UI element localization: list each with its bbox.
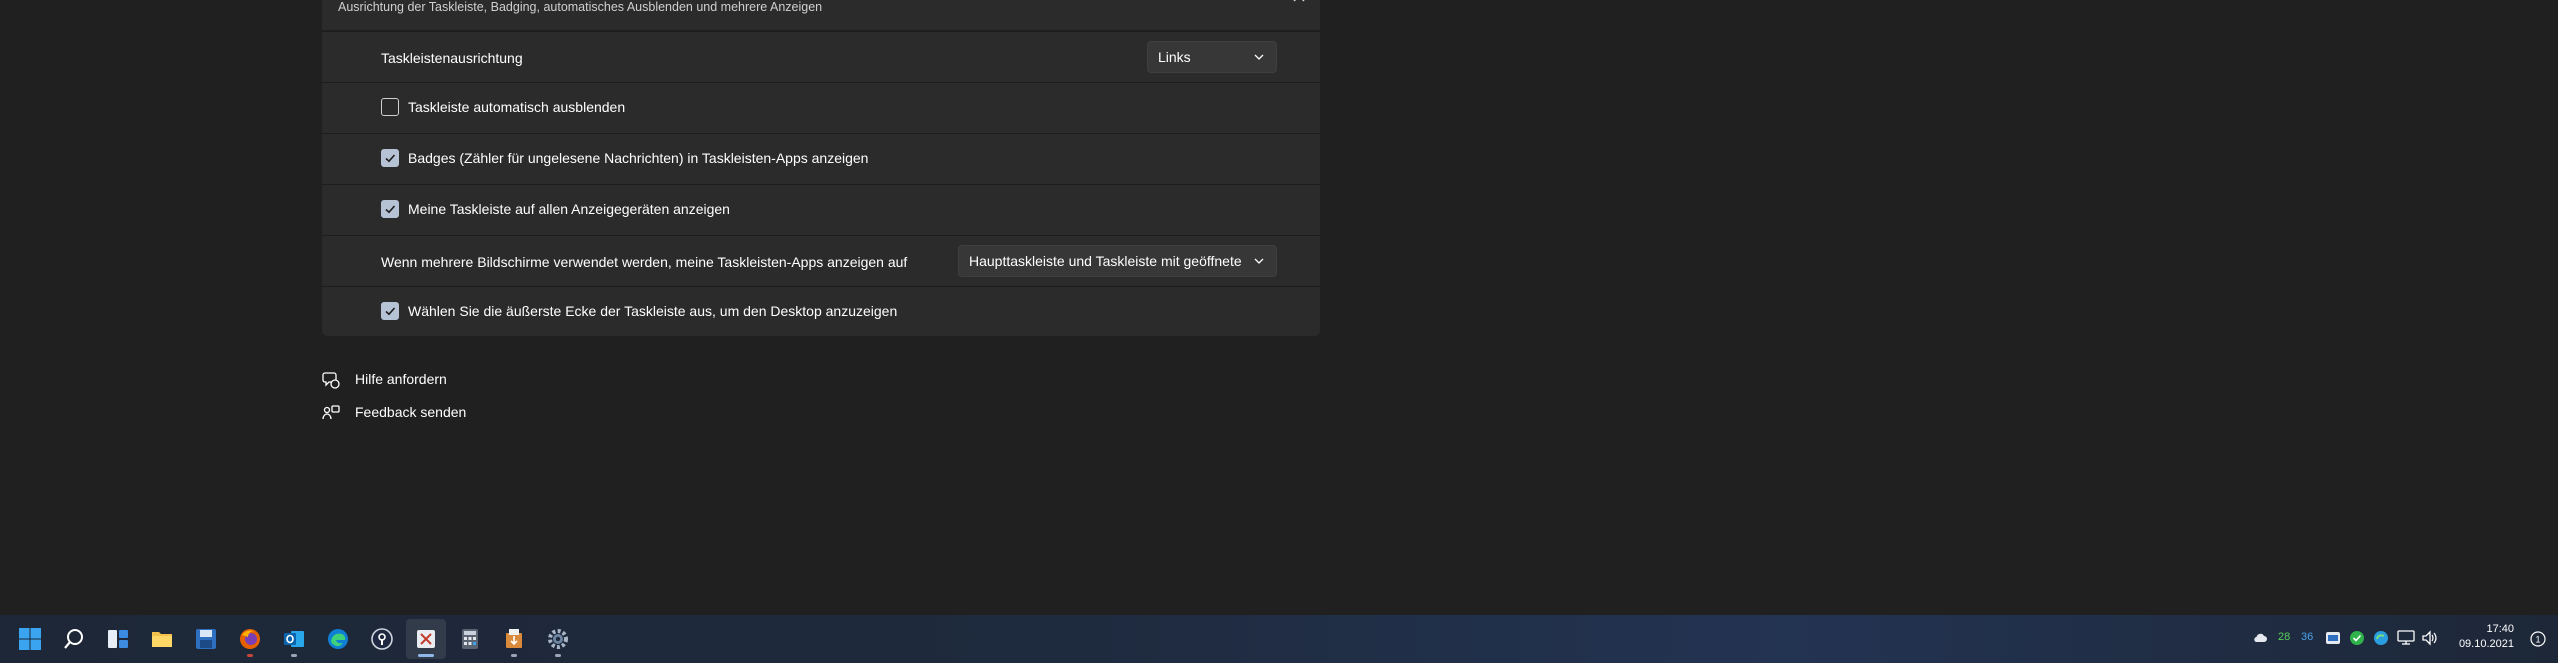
clock[interactable]: 17:40 09.10.2021: [2459, 622, 2514, 652]
notification-center-button[interactable]: 1: [2530, 631, 2546, 647]
password-manager-button[interactable]: [362, 619, 402, 659]
help-chat-icon: [322, 372, 340, 389]
all-displays-row[interactable]: Meine Taskleiste auf allen Anzeigegeräte…: [322, 184, 1320, 235]
app-installer-button[interactable]: [494, 619, 534, 659]
save-disk-icon: [196, 629, 216, 649]
running-indicator: [511, 654, 517, 657]
auto-hide-checkbox[interactable]: [381, 98, 399, 116]
task-view-icon: [108, 630, 128, 648]
multi-display-dropdown[interactable]: Haupttaskleiste und Taskleiste mit geöff…: [958, 245, 1277, 277]
calculator-button[interactable]: [450, 619, 490, 659]
tray-app-icon[interactable]: [2325, 630, 2341, 646]
snipping-tool-button[interactable]: [406, 619, 446, 659]
badges-row[interactable]: Badges (Zähler für ungelesene Nachrichte…: [322, 133, 1320, 184]
edge-icon: [328, 629, 348, 649]
show-desktop-row[interactable]: Wählen Sie die äußerste Ecke der Tasklei…: [322, 286, 1320, 337]
checkmark-icon: [385, 205, 396, 214]
multi-display-row: Wenn mehrere Bildschirme verwendet werde…: [322, 235, 1320, 286]
all-displays-checkbox[interactable]: [381, 200, 399, 218]
show-desktop-label: Wählen Sie die äußerste Ecke der Tasklei…: [408, 303, 898, 319]
outlook-icon: [284, 631, 304, 647]
panel-subtitle: Ausrichtung der Taskleiste, Badging, aut…: [338, 0, 823, 14]
taskbar-alignment-value: Links: [1158, 49, 1191, 65]
taskbar-alignment-dropdown[interactable]: Links: [1147, 41, 1277, 73]
search-icon: [64, 629, 83, 649]
show-desktop-checkbox[interactable]: [381, 302, 399, 320]
start-button[interactable]: [10, 619, 50, 659]
badges-label: Badges (Zähler für ungelesene Nachrichte…: [408, 150, 869, 166]
temperature-blue[interactable]: 36: [2301, 631, 2313, 643]
weather-cloud-icon[interactable]: [2252, 630, 2268, 644]
auto-hide-row[interactable]: Taskleiste automatisch ausblenden: [322, 82, 1320, 133]
temperature-green[interactable]: 28: [2278, 631, 2290, 643]
settings-button[interactable]: [538, 619, 578, 659]
settings-icon: [548, 629, 568, 649]
feedback-label: Feedback senden: [355, 404, 467, 420]
notification-count: 1: [2535, 635, 2540, 645]
checkmark-icon: [385, 154, 396, 163]
app-installer-icon: [506, 629, 522, 648]
all-displays-label: Meine Taskleiste auf allen Anzeigegeräte…: [408, 201, 730, 217]
security-shield-icon[interactable]: [2349, 630, 2365, 646]
taskbar-alignment-label: Taskleistenausrichtung: [381, 50, 523, 66]
task-view-button[interactable]: [98, 619, 138, 659]
running-indicator: [247, 654, 253, 657]
chevron-down-icon: [1254, 54, 1264, 60]
file-explorer-icon: [152, 632, 172, 647]
chevron-down-icon: [1254, 258, 1264, 264]
network-icon[interactable]: [2397, 630, 2415, 646]
feedback-icon: [322, 405, 340, 420]
search-button[interactable]: [54, 619, 94, 659]
active-indicator: [418, 654, 434, 657]
volume-icon[interactable]: [2421, 630, 2439, 646]
edge-button[interactable]: [318, 619, 358, 659]
firefox-button[interactable]: [230, 619, 270, 659]
checkmark-icon: [385, 307, 396, 316]
sync-icon[interactable]: [2373, 630, 2389, 646]
auto-hide-label: Taskleiste automatisch ausblenden: [408, 99, 626, 115]
taskbar-behaviors-panel: Ausrichtung der Taskleiste, Badging, aut…: [322, 0, 1320, 336]
running-indicator: [291, 654, 297, 657]
clock-time: 17:40: [2486, 623, 2514, 635]
outlook-button[interactable]: [274, 619, 314, 659]
start-icon: [19, 628, 41, 650]
firefox-icon: [240, 629, 260, 649]
taskbar-alignment-row: Taskleistenausrichtung Links: [322, 31, 1320, 82]
taskbar: 28 36 17:40 09.10.2021 1: [0, 615, 2558, 663]
snipping-tool-icon: [417, 630, 435, 648]
help-label: Hilfe anfordern: [355, 371, 447, 387]
multi-display-label: Wenn mehrere Bildschirme verwendet werde…: [381, 254, 908, 270]
running-indicator: [555, 654, 561, 657]
chevron-up-icon[interactable]: [1292, 0, 1306, 3]
clock-date: 09.10.2021: [2458, 638, 2514, 650]
save-app-button[interactable]: [186, 619, 226, 659]
notification-badge-icon: 1: [2530, 631, 2546, 647]
calculator-icon: [462, 629, 478, 649]
panel-header[interactable]: Ausrichtung der Taskleiste, Badging, aut…: [322, 0, 1320, 31]
badges-checkbox[interactable]: [381, 149, 399, 167]
multi-display-value: Haupttaskleiste und Taskleiste mit geöff…: [969, 253, 1241, 269]
password-manager-icon: [371, 628, 393, 650]
file-explorer-button[interactable]: [142, 619, 182, 659]
